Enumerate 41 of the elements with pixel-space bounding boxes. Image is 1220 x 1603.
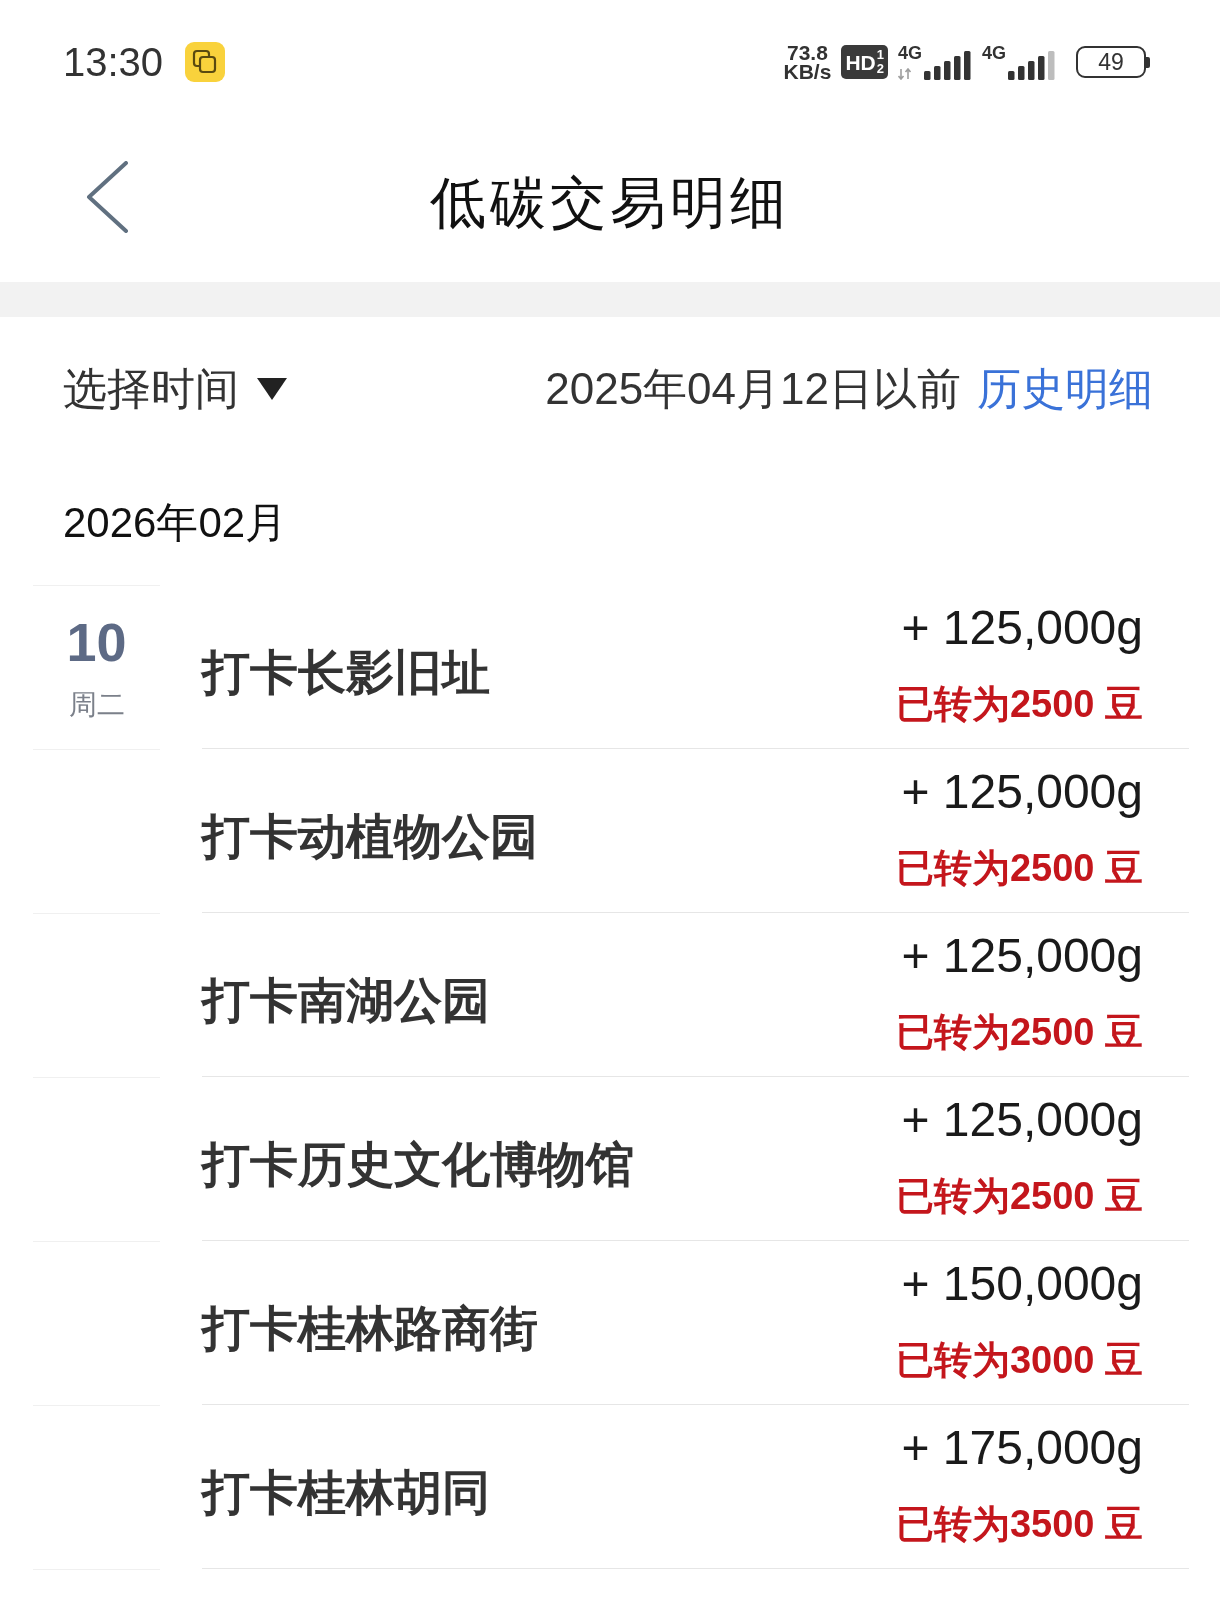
activity-title: 打卡南湖公园 [202,976,490,1025]
sim-slot-number: 1 [876,48,884,62]
carbon-amount: + 175,000g [901,1424,1143,1472]
carbon-amount: + 125,000g [901,932,1143,980]
signal-bars-icon [924,51,972,80]
activity-title: 打卡长影旧址 [202,648,490,697]
history-details-link[interactable]: 历史明细 [977,367,1153,411]
overlapping-squares-app-icon [185,42,226,82]
carbon-amount: + 125,000g [901,604,1143,652]
cutoff-date-text: 2025年04月12日以前 [545,367,961,411]
signal-bars-icon [1008,51,1056,80]
network-type-label: 4G [897,44,922,62]
activity-title: 打卡动植物公园 [202,812,538,861]
carbon-amount: + 125,000g [901,768,1143,816]
network-speed-unit: KB/s [783,62,832,81]
converted-beans-note: 已转为3500 豆 [895,1505,1143,1543]
data-activity-icon [897,68,912,80]
caret-down-icon [257,378,287,400]
activity-title: 打卡桂林胡同 [202,1468,490,1517]
converted-beans-note: 已转为3000 豆 [895,1341,1143,1379]
converted-beans-note: 已转为2500 豆 [895,1013,1143,1051]
battery-percentage: 49 [1076,46,1146,78]
carbon-amount: + 150,000g [901,1260,1143,1308]
converted-beans-note: 已转为2500 豆 [895,1177,1143,1215]
clock-time: 13:30 [63,42,164,82]
hd-label: HD [845,51,876,73]
chevron-left-icon [85,161,129,233]
weekday-label: 周二 [68,691,125,719]
back-button[interactable] [85,161,129,233]
converted-beans-note: 已转为2500 豆 [895,849,1143,887]
page-title: 低碳交易明细 [430,175,790,231]
month-heading: 2026年02月 [63,502,288,544]
day-number: 10 [66,615,127,669]
activity-title: 打卡桂林路商街 [202,1304,538,1353]
activity-title: 打卡历史文化博物馆 [202,1140,634,1189]
converted-beans-note: 已转为2500 豆 [895,685,1143,723]
network-type-label: 4G [982,44,1006,62]
carbon-amount: + 125,000g [901,1096,1143,1144]
time-filter-button[interactable]: 选择时间 [63,367,287,411]
network-speed-value: 73.8 [787,43,828,62]
sim-slot-number: 2 [876,62,884,76]
